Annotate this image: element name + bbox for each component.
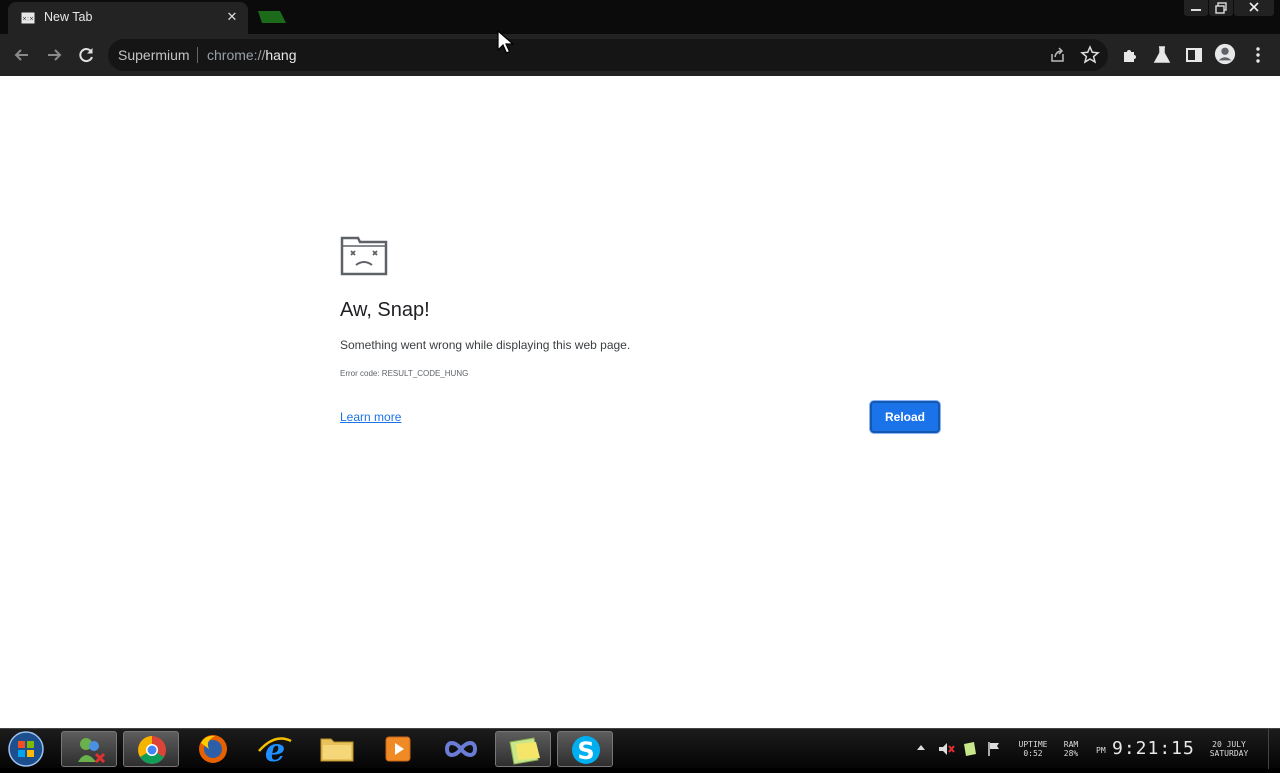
clock-date: 20 JULY (1212, 740, 1246, 749)
messenger-icon (78, 738, 106, 764)
taskbar: e S UPTIME 0:52 RAM 28% PM 9:21:15 20 JU… (0, 728, 1280, 769)
ram-widget: RAM 28% (1057, 740, 1085, 758)
taskbar-app-loop[interactable] (433, 731, 489, 767)
more-menu-icon[interactable] (1247, 44, 1269, 66)
sticky-notes-icon (509, 737, 540, 765)
svg-text:S: S (577, 737, 594, 765)
tray-overflow-chevron-icon[interactable] (916, 743, 926, 753)
url-scheme: chrome:// (207, 47, 266, 63)
uptime-label: UPTIME (1018, 740, 1048, 749)
folder-icon (320, 738, 354, 762)
media-player-icon (385, 736, 411, 762)
profile-avatar-icon[interactable] (1214, 43, 1236, 65)
tab-title: New Tab (44, 10, 93, 24)
sad-tab-illustration-icon (340, 236, 388, 276)
labs-flask-icon[interactable] (1151, 44, 1173, 66)
action-center-flag-icon[interactable] (986, 740, 1002, 758)
share-icon[interactable] (1048, 45, 1068, 65)
restore-button[interactable] (1209, 0, 1233, 16)
error-message: Something went wrong while displaying th… (340, 338, 631, 352)
taskbar-app-firefox[interactable] (185, 731, 241, 767)
uptime-widget: UPTIME 0:52 (1014, 740, 1052, 758)
close-icon (1249, 2, 1259, 12)
start-button[interactable] (6, 730, 46, 768)
site-name: Supermium (118, 47, 190, 63)
extensions-puzzle-icon[interactable] (1119, 44, 1141, 66)
ram-label: RAM (1063, 740, 1079, 749)
taskbar-app-skype[interactable]: S (557, 731, 613, 767)
url-host: hang (265, 47, 297, 63)
clock-time[interactable]: 9:21:15 (1112, 738, 1195, 759)
tab-new-tab[interactable]: ×:× New Tab ✕ (8, 2, 248, 34)
sad-tab-icon: ×:× (21, 12, 35, 24)
clock-weekday: SATURDAY (1209, 749, 1249, 758)
clock-ampm: PM (1096, 746, 1106, 755)
page-content: Aw, Snap! Something went wrong while dis… (0, 76, 1280, 728)
bookmark-star-icon[interactable] (1080, 45, 1100, 65)
address-bar[interactable]: Supermium chrome://hang (108, 39, 1108, 71)
browser-toolbar: Supermium chrome://hang (0, 34, 1280, 76)
reload-button[interactable]: Reload (870, 401, 940, 433)
date-widget[interactable]: 20 JULY SATURDAY (1198, 740, 1260, 758)
chrome-icon (138, 736, 166, 764)
side-panel-icon[interactable] (1183, 44, 1205, 66)
taskbar-app-chrome[interactable] (123, 731, 179, 767)
internet-explorer-icon: e (258, 731, 292, 769)
tray-notes-icon[interactable] (962, 740, 978, 758)
reload-icon[interactable] (75, 44, 97, 66)
taskbar-app-sticky-notes[interactable] (495, 731, 551, 767)
volume-muted-icon[interactable] (937, 740, 955, 758)
back-arrow-icon[interactable] (11, 44, 33, 66)
skype-icon: S (572, 736, 600, 765)
error-code: Error code: RESULT_CODE_HUNG (340, 369, 469, 378)
omnibox-separator (197, 47, 198, 63)
page-title: Aw, Snap! (340, 299, 430, 321)
mouse-cursor-icon (497, 30, 515, 54)
uptime-value: 0:52 (1023, 749, 1043, 758)
minimize-button[interactable] (1184, 0, 1208, 16)
title-bar: ×:× New Tab ✕ (0, 0, 1280, 34)
taskbar-app-media-player[interactable] (371, 731, 427, 767)
show-desktop-button[interactable] (1268, 729, 1280, 769)
taskbar-app-messenger[interactable] (61, 731, 117, 767)
svg-text:×:×: ×:× (22, 16, 34, 23)
tab-close-icon[interactable]: ✕ (224, 9, 240, 25)
new-tab-button[interactable] (256, 10, 286, 24)
taskbar-app-explorer[interactable] (309, 731, 365, 767)
ram-value: 28% (1063, 749, 1079, 758)
restore-icon (1215, 2, 1227, 14)
infinity-loop-icon (444, 741, 478, 757)
firefox-icon (199, 735, 227, 763)
url-text[interactable]: chrome://hang (207, 47, 297, 63)
close-window-button[interactable] (1234, 0, 1274, 16)
forward-arrow-icon[interactable] (43, 44, 65, 66)
learn-more-link[interactable]: Learn more (340, 410, 401, 424)
taskbar-app-internet-explorer[interactable]: e (247, 731, 303, 769)
svg-text:e: e (265, 731, 285, 767)
minimize-icon (1191, 9, 1201, 11)
